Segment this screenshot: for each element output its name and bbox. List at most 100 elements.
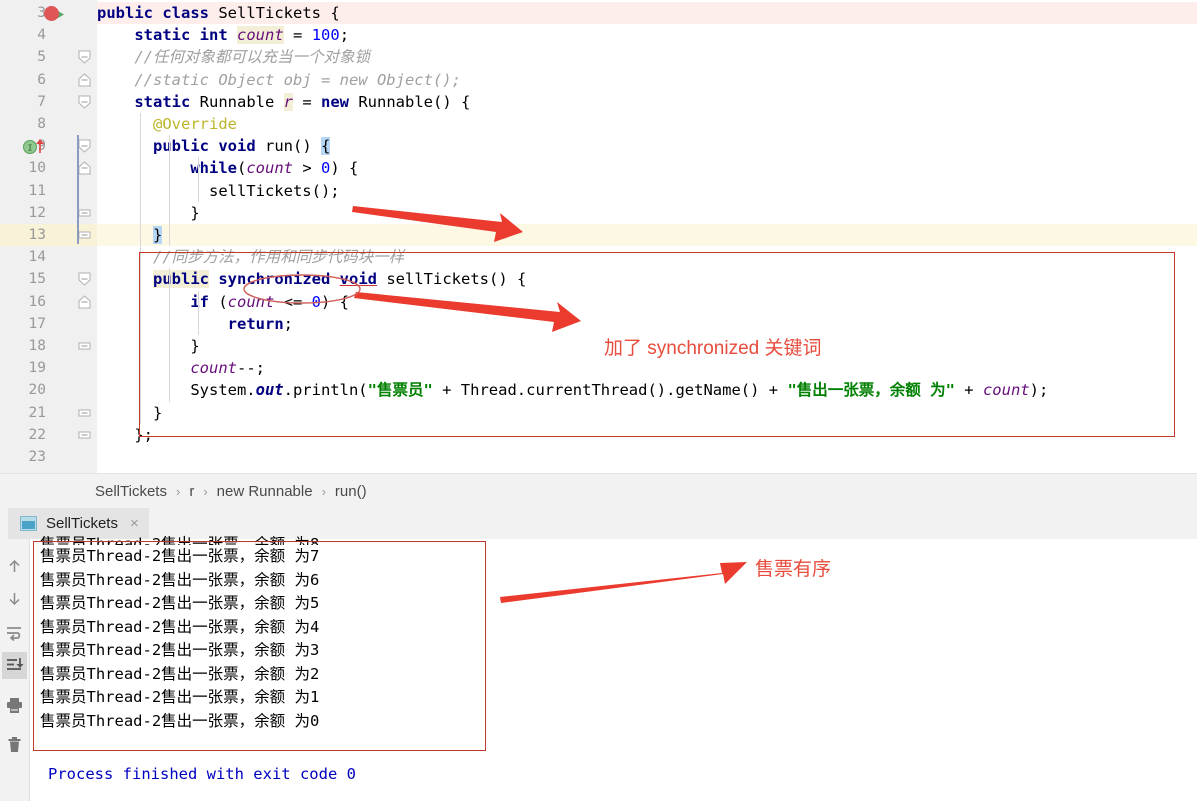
code-fold-marker[interactable] bbox=[78, 160, 94, 176]
line-number: 5 bbox=[37, 49, 46, 66]
code-token: } bbox=[97, 337, 200, 355]
console-line: 售票员Thread-2售出一张票，余额 为2 bbox=[40, 664, 320, 683]
line-number: 12 bbox=[28, 204, 46, 221]
code-token: --; bbox=[237, 359, 265, 378]
code-line[interactable]: } bbox=[97, 335, 200, 357]
line-number: 15 bbox=[28, 271, 46, 288]
breadcrumb-items[interactable]: SellTickets › r › new Runnable › run() bbox=[95, 483, 367, 500]
code-line[interactable]: }; bbox=[97, 424, 153, 446]
down-arrow-icon[interactable] bbox=[2, 585, 27, 612]
breakpoint-icon[interactable] bbox=[44, 6, 59, 21]
annotation-text-code: 加了 synchronized 关键词 bbox=[604, 338, 822, 359]
line-number: 4 bbox=[37, 27, 46, 44]
code-line[interactable]: public class SellTickets { bbox=[97, 2, 340, 24]
code-token: count bbox=[246, 159, 294, 178]
code-line[interactable]: } bbox=[97, 202, 199, 224]
console-line: 售票员Thread-2售出一张票，余额 为4 bbox=[40, 617, 320, 636]
code-line[interactable]: sellTickets(); bbox=[97, 180, 340, 202]
code-token: } bbox=[97, 403, 163, 422]
breadcrumb-item[interactable]: SellTickets bbox=[95, 483, 167, 500]
code-line[interactable]: //任何对象都可以充当一个对象锁 bbox=[97, 46, 370, 68]
print-icon[interactable] bbox=[2, 692, 27, 719]
code-token: r bbox=[283, 92, 293, 111]
code-line[interactable]: } bbox=[97, 402, 162, 424]
code-token: void bbox=[218, 137, 256, 156]
console-toolbar[interactable] bbox=[0, 539, 30, 801]
breadcrumb-item[interactable]: run() bbox=[335, 483, 367, 500]
line-number: 16 bbox=[28, 293, 46, 310]
code-line[interactable]: while(count > 0) { bbox=[97, 157, 358, 179]
code-fold-marker[interactable] bbox=[78, 427, 94, 443]
code-token: ; bbox=[283, 314, 293, 333]
code-token: @Override bbox=[153, 115, 237, 133]
code-token: System. bbox=[97, 381, 256, 400]
trash-icon[interactable] bbox=[2, 731, 27, 758]
code-line[interactable]: static int count = 100; bbox=[97, 24, 349, 46]
code-token: { bbox=[321, 137, 331, 156]
line-number: 21 bbox=[28, 404, 46, 421]
code-line[interactable]: return; bbox=[97, 313, 293, 335]
code-fold-marker[interactable] bbox=[78, 138, 94, 154]
indent-guide bbox=[169, 135, 170, 247]
code-line[interactable]: count--; bbox=[97, 357, 265, 379]
code-line[interactable]: //同步方法，作用和同步代码块一样 bbox=[97, 246, 404, 268]
code-line[interactable]: if (count <= 0) { bbox=[97, 291, 349, 313]
code-fold-marker[interactable] bbox=[78, 294, 94, 310]
line-number: 7 bbox=[37, 93, 46, 110]
soft-wrap-icon[interactable] bbox=[2, 619, 27, 646]
code-fold-marker[interactable] bbox=[78, 338, 94, 354]
code-line[interactable]: System.out.println("售票员" + Thread.curren… bbox=[97, 379, 1048, 401]
code-line[interactable]: //static Object obj = new Object(); bbox=[97, 69, 461, 91]
code-token: return bbox=[227, 314, 284, 333]
code-token: sellTickets(); bbox=[97, 181, 340, 200]
code-fold-marker[interactable] bbox=[78, 205, 94, 221]
code-token: + Thread. bbox=[432, 381, 527, 400]
console-tab-icon bbox=[20, 516, 37, 531]
code-token: //任何对象都可以充当一个对象锁 bbox=[97, 48, 370, 67]
code-line[interactable]: } bbox=[97, 224, 163, 246]
code-line[interactable]: static Runnable r = new Runnable() { bbox=[97, 91, 470, 113]
code-token: <= bbox=[274, 292, 312, 311]
code-editor[interactable]: 3 public class SellTickets {4 static int … bbox=[0, 0, 1197, 473]
breadcrumb-item[interactable]: r bbox=[189, 483, 194, 500]
breadcrumb[interactable]: SellTickets › r › new Runnable › run() bbox=[0, 473, 1197, 510]
breadcrumb-item[interactable]: new Runnable bbox=[217, 483, 313, 500]
code-token: SellTickets { bbox=[209, 4, 340, 22]
code-token: class bbox=[162, 4, 210, 22]
line-highlight-caret-yellow bbox=[0, 224, 1197, 247]
run-console[interactable]: 售票员Thread-2售出一张票，余额 为8 售票员Thread-2售出一张票，余… bbox=[0, 535, 1197, 801]
scroll-to-end-icon[interactable] bbox=[2, 652, 27, 679]
code-token: synchronized bbox=[218, 270, 331, 289]
console-output[interactable]: 售票员Thread-2售出一张票，余额 为8 售票员Thread-2售出一张票，余… bbox=[40, 533, 356, 787]
line-number: 19 bbox=[28, 360, 46, 377]
up-arrow-icon[interactable] bbox=[2, 553, 27, 580]
line-number: 10 bbox=[28, 160, 46, 177]
code-fold-marker[interactable] bbox=[78, 49, 94, 65]
code-token: public bbox=[153, 137, 209, 156]
console-line: 售票员Thread-2售出一张票，余额 为1 bbox=[40, 688, 320, 706]
code-token: "售出一张票，余额 为" bbox=[787, 381, 955, 400]
code-line[interactable]: public synchronized void sellTickets() { bbox=[97, 268, 526, 290]
line-number: 14 bbox=[28, 249, 46, 266]
code-line[interactable]: @Override bbox=[97, 113, 237, 135]
code-fold-marker[interactable] bbox=[78, 405, 94, 421]
indent-guide bbox=[140, 113, 141, 424]
code-lines-container[interactable]: 3 public class SellTickets {4 static int … bbox=[0, 0, 1197, 473]
code-fold-marker[interactable] bbox=[78, 227, 94, 243]
code-fold-marker[interactable] bbox=[78, 72, 94, 88]
svg-text:I: I bbox=[28, 144, 33, 153]
code-token: > bbox=[293, 159, 322, 178]
code-line[interactable]: public void run() { bbox=[97, 135, 331, 157]
code-fold-marker[interactable] bbox=[78, 271, 94, 287]
method-scope-marker bbox=[77, 135, 79, 244]
code-token: .println( bbox=[283, 381, 368, 400]
close-icon[interactable]: × bbox=[130, 515, 139, 532]
code-fold-marker[interactable] bbox=[78, 94, 94, 110]
code-token: run() bbox=[255, 137, 321, 156]
